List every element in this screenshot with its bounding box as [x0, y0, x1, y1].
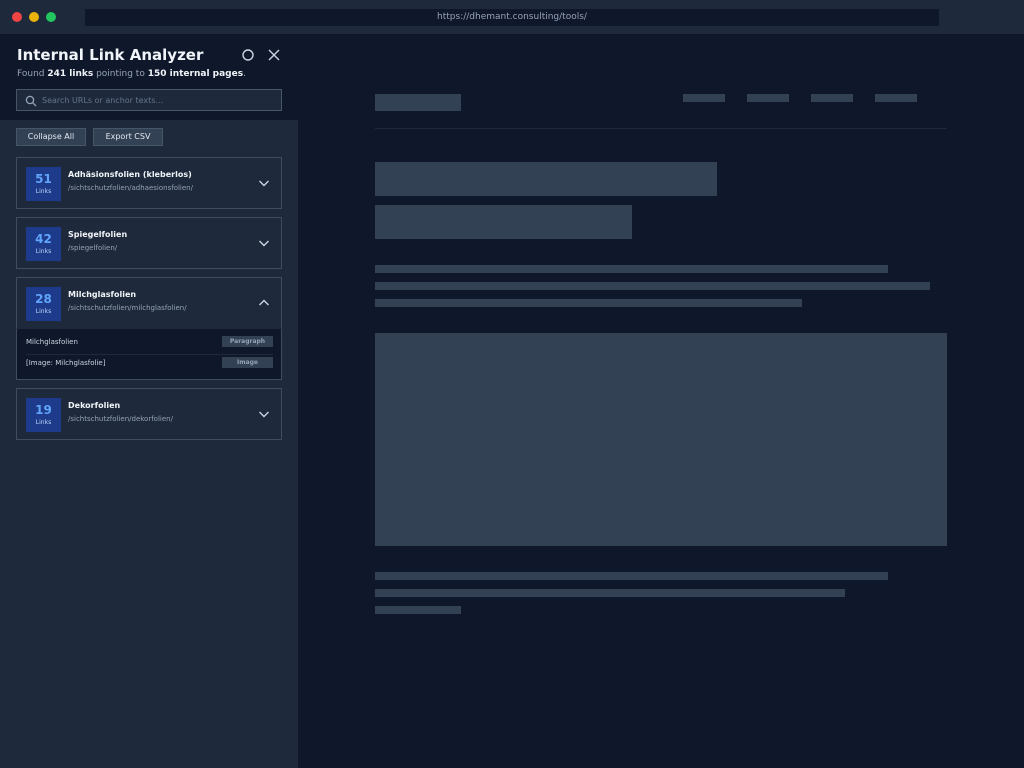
- group-page-title: Milchglasfolien: [68, 290, 137, 299]
- link-count: 51: [35, 172, 52, 186]
- summary-links-count: 241 links: [47, 69, 94, 79]
- page-text-placeholder-2: [375, 282, 930, 290]
- group-page-path: /sichtschutzfolien/adhaesionsfolien/: [68, 184, 193, 192]
- search-input[interactable]: [42, 90, 278, 110]
- address-bar[interactable]: https://dhemant.consulting/tools/: [85, 9, 939, 26]
- window-maximize-dot[interactable]: [46, 12, 56, 22]
- page-nav-placeholder-1: [683, 94, 725, 102]
- browser-titlebar: https://dhemant.consulting/tools/: [0, 0, 1024, 34]
- group-page-title: Dekorfolien: [68, 401, 121, 410]
- close-icon[interactable]: [267, 48, 281, 62]
- page-text-placeholder-5: [375, 589, 845, 597]
- link-count-badge: 42 Links: [26, 227, 61, 261]
- link-group-card[interactable]: 19 Links Dekorfolien /sichtschutzfolien/…: [16, 388, 282, 440]
- page-heading-placeholder-2: [375, 205, 632, 239]
- page-header-divider: [375, 128, 947, 129]
- group-page-title: Spiegelfolien: [68, 230, 128, 239]
- search-icon: [25, 95, 37, 107]
- chevron-down-icon[interactable]: [258, 409, 270, 419]
- export-csv-button[interactable]: Export CSV: [93, 128, 163, 146]
- group-page-path: /sichtschutzfolien/dekorfolien/: [68, 415, 173, 423]
- link-count: 28: [35, 292, 52, 306]
- link-count: 42: [35, 232, 52, 246]
- page-nav-placeholder-2: [747, 94, 789, 102]
- window-minimize-dot[interactable]: [29, 12, 39, 22]
- summary-suffix: .: [243, 69, 246, 79]
- anchor-text: Milchglasfolien: [26, 338, 78, 346]
- page-heading-placeholder-1: [375, 162, 717, 196]
- page-text-placeholder-3: [375, 299, 802, 307]
- link-count-label: Links: [35, 188, 52, 195]
- panel-title: Internal Link Analyzer: [17, 46, 204, 64]
- link-type-badge: Paragraph: [222, 336, 273, 347]
- link-count-label: Links: [35, 308, 52, 315]
- link-group-card-expanded[interactable]: 28 Links Milchglasfolien /sichtschutzfol…: [16, 277, 282, 329]
- link-analyzer-panel: Internal Link Analyzer Found 241 links p…: [0, 34, 298, 768]
- link-group-card[interactable]: 42 Links Spiegelfolien /spiegelfolien/: [16, 217, 282, 269]
- collapse-all-button[interactable]: Collapse All: [16, 128, 86, 146]
- link-count-badge: 28 Links: [26, 287, 61, 321]
- link-type-badge: Image: [222, 357, 273, 368]
- link-count: 19: [35, 403, 52, 417]
- page-logo-placeholder: [375, 94, 461, 111]
- panel-header: Internal Link Analyzer Found 241 links p…: [0, 34, 298, 120]
- page-text-placeholder-6: [375, 606, 461, 614]
- page-nav-placeholder-3: [811, 94, 853, 102]
- link-row[interactable]: [Image: Milchglasfolie] Image: [17, 353, 281, 374]
- chevron-down-icon[interactable]: [258, 238, 270, 248]
- panel-summary: Found 241 links pointing to 150 internal…: [17, 69, 246, 79]
- group-page-path: /sichtschutzfolien/milchglasfolien/: [68, 304, 187, 312]
- search-box: [16, 89, 282, 111]
- circle-icon[interactable]: [241, 48, 255, 62]
- page-nav-placeholder-4: [875, 94, 917, 102]
- summary-prefix: Found: [17, 69, 48, 79]
- page-text-placeholder-4: [375, 572, 888, 580]
- link-row[interactable]: Milchglasfolien Paragraph: [17, 332, 281, 353]
- page-text-placeholder-1: [375, 265, 888, 273]
- summary-pages-count: 150 internal pages: [147, 69, 244, 79]
- link-count-label: Links: [35, 248, 52, 255]
- link-group-details: Milchglasfolien Paragraph [Image: Milchg…: [16, 328, 282, 380]
- chevron-up-icon[interactable]: [258, 298, 270, 308]
- chevron-down-icon[interactable]: [258, 178, 270, 188]
- group-page-path: /spiegelfolien/: [68, 244, 118, 252]
- window-close-dot[interactable]: [12, 12, 22, 22]
- link-group-card[interactable]: 51 Links Adhäsionsfolien (kleberlos) /si…: [16, 157, 282, 209]
- page-image-placeholder: [375, 333, 947, 546]
- anchor-text: [Image: Milchglasfolie]: [26, 359, 106, 367]
- group-page-title: Adhäsionsfolien (kleberlos): [68, 170, 192, 179]
- link-count-label: Links: [35, 419, 52, 426]
- summary-middle: pointing to: [93, 69, 148, 79]
- link-count-badge: 51 Links: [26, 167, 61, 201]
- link-count-badge: 19 Links: [26, 398, 61, 432]
